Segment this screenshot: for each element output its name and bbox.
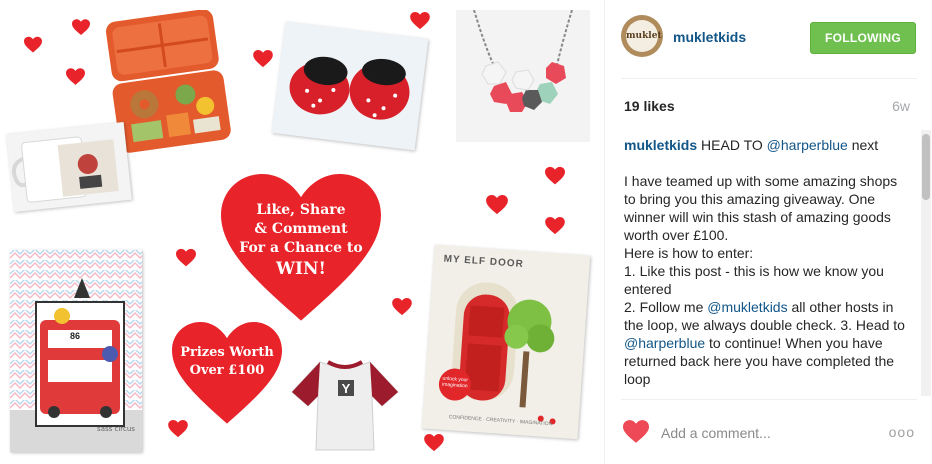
post-header: muklet mukletkids FOLLOWING — [621, 15, 917, 63]
heart-decoration — [176, 248, 196, 268]
avatar[interactable]: muklet — [621, 15, 663, 57]
caption-text: HEAD TO — [701, 137, 767, 153]
scrollbar-thumb[interactable] — [922, 134, 930, 200]
heart-decoration — [392, 298, 412, 316]
caption-paragraph: Here is how to enter: — [624, 245, 754, 261]
heart-decoration — [253, 50, 273, 68]
heart-decoration — [410, 12, 430, 30]
caption-paragraph: 1. Like this post - this is how we know … — [624, 263, 884, 297]
heart-decoration — [424, 434, 444, 452]
divider — [621, 78, 917, 79]
mention-link[interactable]: @harperblue — [767, 137, 848, 153]
bus-print-image: 86 sass circus — [10, 250, 142, 452]
elf-door-badge: unlock your imagination — [441, 375, 469, 390]
mention-link[interactable]: @harperblue — [624, 335, 705, 351]
prizes-line-2: Over £100 — [189, 363, 265, 378]
heart-decoration — [24, 36, 42, 54]
mug-image — [6, 122, 132, 212]
caption: mukletkids HEAD TO @harperblue next I ha… — [624, 136, 908, 390]
slippers-image — [271, 21, 429, 151]
prizes-heart: Prizes Worth Over £100 — [172, 322, 282, 426]
post-sidebar: muklet mukletkids FOLLOWING 19 likes 6w … — [604, 0, 932, 464]
caption-author-link[interactable]: mukletkids — [624, 137, 697, 153]
comment-input[interactable] — [661, 423, 861, 443]
heart-decoration — [545, 217, 565, 235]
heart-decoration — [72, 19, 90, 36]
heart-decoration — [545, 166, 565, 186]
caption-text: 2. Follow me — [624, 299, 708, 315]
likes-count[interactable]: 19 likes — [624, 98, 675, 114]
promo-line-3: For a Chance to — [239, 240, 363, 256]
print-brand: sass circus — [97, 425, 135, 433]
svg-text:Y: Y — [342, 381, 351, 396]
tshirt-image: Y — [282, 352, 408, 456]
promo-heart: Like, Share & Comment For a Chance to WI… — [221, 174, 381, 324]
prizes-line-1: Prizes Worth — [180, 345, 274, 360]
avatar-logo: muklet — [626, 20, 662, 52]
promo-line-4: WIN! — [275, 259, 327, 279]
necklace-image — [456, 10, 590, 142]
elf-door-image: MY ELF DOOR unlock your imagination CONF… — [421, 244, 591, 440]
promo-line-2: & Comment — [254, 221, 348, 237]
username-link[interactable]: mukletkids — [673, 29, 746, 45]
heart-decoration — [486, 195, 508, 215]
comment-row: ooo — [621, 416, 917, 450]
caption-paragraph: I have teamed up with some amazing shops… — [624, 173, 898, 243]
mention-link[interactable]: @mukletkids — [707, 299, 787, 315]
post-image[interactable]: 86 sass circus Like, Share & Comment For… — [0, 0, 604, 464]
caption-scrollbar[interactable] — [921, 130, 931, 396]
more-options-button[interactable]: ooo — [889, 424, 915, 440]
heart-decoration — [66, 68, 85, 86]
bus-sign: 86 — [69, 331, 80, 341]
caption-text: next — [847, 137, 879, 153]
like-heart-icon[interactable] — [623, 420, 649, 449]
divider — [621, 399, 917, 400]
following-button[interactable]: FOLLOWING — [810, 22, 916, 54]
post-age[interactable]: 6w — [892, 98, 910, 114]
promo-line-1: Like, Share — [256, 202, 346, 218]
